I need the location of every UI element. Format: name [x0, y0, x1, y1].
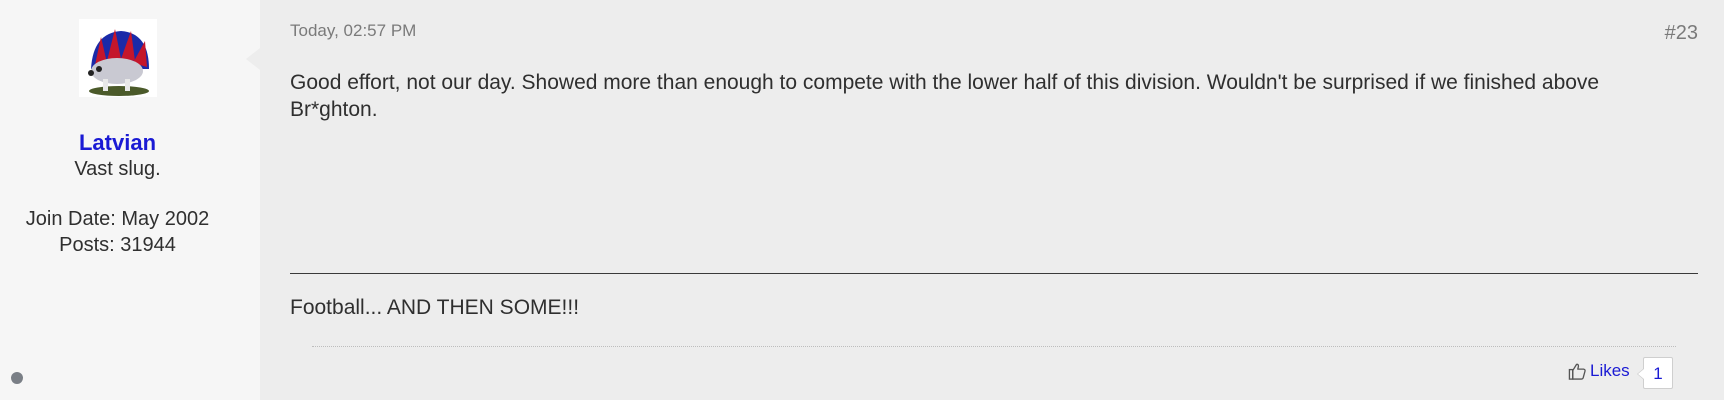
post-footer-divider	[312, 346, 1676, 347]
likes-button[interactable]: Likes	[1568, 361, 1630, 381]
post-date: Today, 02:57 PM	[290, 21, 417, 40]
offline-dot-icon	[11, 372, 23, 384]
post-count: Posts: 31944	[59, 234, 176, 256]
user-info-panel: Latvian Vast slug. Join Date: May 2002 P…	[0, 0, 260, 400]
likes-count[interactable]: 1	[1637, 357, 1673, 389]
hedgehog-avatar-icon[interactable]	[79, 19, 157, 97]
join-date: Join Date: May 2002	[25, 208, 210, 230]
likes-label: Likes	[1590, 361, 1630, 380]
post-number-link[interactable]: #23	[1665, 22, 1698, 45]
username-link[interactable]: Latvian	[0, 130, 235, 156]
signature-divider	[290, 273, 1698, 274]
thumbs-up-icon	[1568, 362, 1587, 381]
signature: Football... AND THEN SOME!!!	[290, 296, 580, 319]
post-body: Good effort, not our day. Showed more th…	[290, 71, 1600, 121]
post-pointer-arrow	[246, 48, 260, 70]
user-title: Vast slug.	[74, 158, 161, 180]
